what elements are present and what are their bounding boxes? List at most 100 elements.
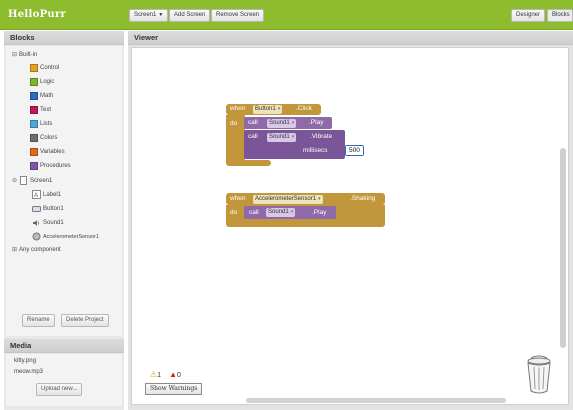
when-keyword: when — [230, 105, 246, 112]
designer-button[interactable]: Designer — [511, 9, 546, 22]
drawer-colors[interactable]: Colors — [30, 134, 57, 142]
collapse-icon[interactable]: ⊟ — [12, 51, 19, 58]
component-name: Button1 — [43, 205, 64, 212]
drawer-variables[interactable]: Variables — [30, 148, 65, 156]
media-list: kitty.png meow.mp3 Upload new... — [6, 354, 122, 406]
do-keyword: do — [230, 120, 238, 127]
call-keyword: call — [248, 133, 258, 140]
colors-swatch-icon — [30, 134, 38, 142]
chevron-down-icon: ▾ — [291, 134, 295, 140]
expand-icon[interactable]: ⊞ — [12, 246, 19, 253]
drawer-label: Text — [40, 107, 52, 113]
add-screen-button[interactable]: Add Screen — [169, 9, 211, 22]
trash-icon[interactable] — [525, 355, 553, 395]
tree-any-label: Any component — [19, 246, 61, 253]
drawer-label: Lists — [40, 121, 53, 127]
rename-button[interactable]: Rename — [22, 314, 55, 327]
procedures-swatch-icon — [30, 162, 38, 170]
tree-any-component[interactable]: ⊞ Any component — [12, 246, 61, 254]
number-value[interactable]: 500 — [346, 146, 363, 155]
drawer-procedures[interactable]: Procedures — [30, 162, 71, 170]
call-keyword: call — [249, 209, 259, 216]
left-panel: Blocks ⊟ Built-in Control Logic Math Tex… — [4, 31, 124, 410]
drawer-lists[interactable]: Lists — [30, 120, 52, 128]
drawer-logic[interactable]: Logic — [30, 78, 54, 86]
tree-builtin-label: Built-in — [19, 51, 38, 58]
delete-project-button[interactable]: Delete Project — [61, 314, 109, 327]
component-name: Sound1 — [268, 209, 289, 215]
math-swatch-icon — [30, 92, 38, 100]
chevron-down-icon: ▾ — [277, 106, 281, 112]
blocks-button[interactable]: Blocks — [547, 9, 573, 22]
label-icon: A — [32, 190, 41, 199]
method-name: .Play — [309, 119, 324, 126]
drawer-label: Math — [40, 93, 54, 99]
media-panel-title: Media — [4, 339, 124, 353]
tree-screen-label: Screen1 — [30, 177, 53, 184]
upload-button[interactable]: Upload new... — [36, 383, 83, 396]
app-title: HelloPurr — [8, 9, 67, 20]
component-name: AccelerometerSensor1 — [43, 233, 99, 240]
method-name: .Play — [312, 209, 327, 216]
component-dropdown[interactable]: Sound1 ▾ — [267, 133, 297, 142]
chevron-down-icon: ▾ — [318, 196, 321, 202]
horizontal-scrollbar[interactable] — [246, 398, 506, 403]
lists-swatch-icon — [30, 120, 38, 128]
screen-dropdown[interactable]: Screen1 ▼ — [129, 9, 169, 22]
number-block[interactable]: 500 — [345, 145, 364, 156]
drawer-text[interactable]: Text — [30, 106, 51, 114]
remove-screen-button[interactable]: Remove Screen — [211, 9, 265, 22]
drawer-label: Variables — [40, 149, 65, 155]
media-file[interactable]: meow.mp3 — [14, 369, 43, 375]
drawer-label: Colors — [40, 135, 58, 141]
component-name: AccelerometerSensor1 — [255, 196, 317, 202]
error-count: ▲0 — [169, 370, 181, 379]
vertical-scrollbar[interactable] — [560, 148, 566, 348]
show-warnings-button[interactable]: Show Warnings — [145, 383, 203, 395]
chevron-down-icon: ▾ — [290, 209, 294, 215]
param-label: millisecs — [303, 147, 328, 154]
drawer-label: Procedures — [40, 163, 71, 169]
variables-swatch-icon — [30, 148, 38, 156]
component-name: Sound1 — [269, 120, 290, 126]
component-sound1[interactable]: Sound1 — [32, 218, 64, 227]
text-swatch-icon — [30, 106, 38, 114]
component-dropdown[interactable]: Button1 ▾ — [253, 105, 283, 114]
warning-count: ⚠1 — [150, 370, 162, 379]
tree-builtin[interactable]: ⊟ Built-in — [12, 51, 38, 59]
component-name: Sound1 — [43, 219, 64, 226]
warning-indicators: ⚠1 ▲0 — [150, 370, 181, 379]
screen-dropdown-label: Screen1 — [134, 12, 157, 18]
control-swatch-icon — [30, 64, 38, 72]
collapse-icon[interactable]: ⊖ — [12, 177, 19, 184]
event-name: .Shaking — [350, 195, 376, 202]
component-dropdown[interactable]: Sound1 ▾ — [267, 119, 297, 128]
component-button1[interactable]: Button1 — [32, 204, 64, 213]
component-dropdown[interactable]: AccelerometerSensor1 ▾ — [253, 195, 323, 204]
chevron-down-icon: ▼ — [158, 12, 164, 18]
media-file[interactable]: kitty.png — [14, 358, 36, 364]
viewer-title: Viewer — [128, 31, 573, 45]
call-keyword: call — [248, 119, 258, 126]
component-name: Button1 — [255, 106, 276, 112]
blocks-tree: ⊟ Built-in Control Logic Math Text Lists… — [6, 46, 122, 336]
svg-text:A: A — [34, 193, 38, 199]
button-icon — [32, 204, 41, 213]
drawer-control[interactable]: Control — [30, 64, 59, 72]
event-block-footer — [226, 160, 271, 166]
component-dropdown[interactable]: Sound1 ▾ — [266, 208, 296, 217]
component-name: Label1 — [43, 191, 62, 198]
chevron-down-icon: ▾ — [291, 120, 295, 126]
component-name: Sound1 — [269, 134, 290, 140]
event-name: .Click — [296, 105, 312, 112]
blocks-panel-title: Blocks — [4, 31, 124, 45]
component-accelerometer[interactable]: AccelerometerSensor1 — [32, 232, 99, 241]
do-keyword: do — [230, 209, 238, 216]
when-keyword: when — [230, 195, 246, 202]
top-bar: HelloPurr Screen1 ▼ Add Screen Remove Scr… — [0, 0, 573, 30]
component-label1[interactable]: A Label1 — [32, 190, 61, 199]
speaker-icon — [32, 218, 41, 227]
drawer-math[interactable]: Math — [30, 92, 53, 100]
tree-screen[interactable]: ⊖ Screen1 — [12, 176, 52, 185]
accelerometer-icon — [32, 232, 41, 241]
